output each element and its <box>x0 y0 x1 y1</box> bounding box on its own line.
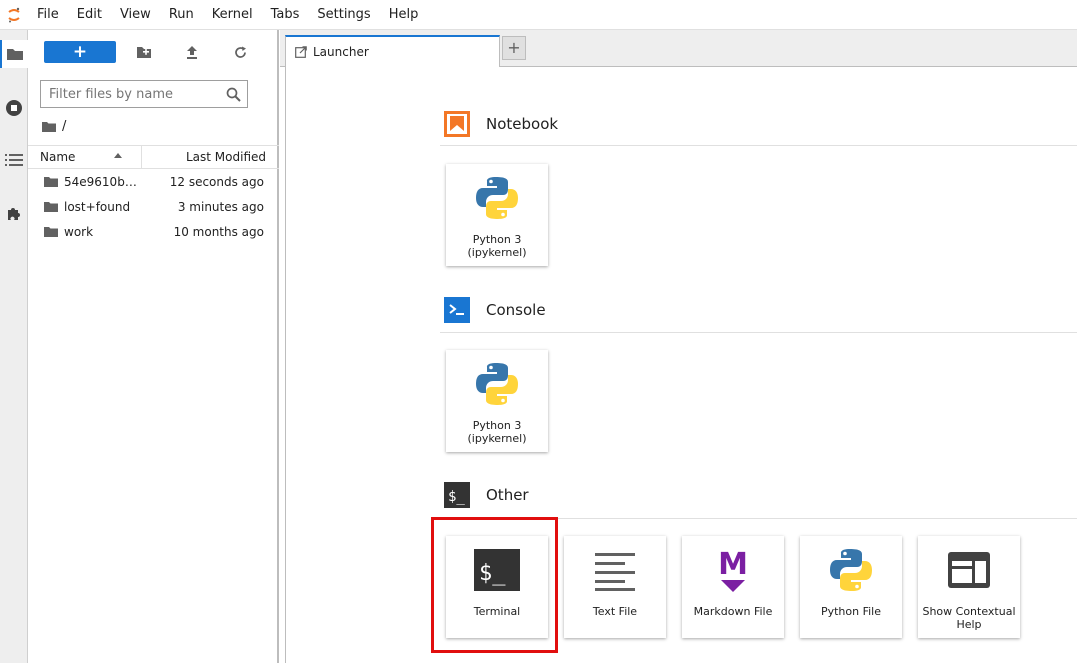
file-modified: 10 months ago <box>173 225 264 239</box>
new-tab-button[interactable]: + <box>502 36 526 60</box>
breadcrumb: / <box>42 118 66 134</box>
tab-launcher[interactable]: Launcher <box>285 35 500 67</box>
column-modified-header[interactable]: Last Modified <box>186 150 266 164</box>
card-label: Text File <box>592 605 638 618</box>
menu-kernel[interactable]: Kernel <box>203 0 262 30</box>
section-other: $_ Other <box>444 482 1077 508</box>
file-browser-tab[interactable] <box>0 40 28 68</box>
new-launcher-button[interactable]: + <box>44 41 116 63</box>
console-icon <box>444 297 470 323</box>
python-icon <box>473 360 521 408</box>
section-divider <box>440 332 1077 333</box>
upload-button[interactable] <box>180 41 204 63</box>
section-title: Other <box>486 486 529 504</box>
file-name: 54e9610ba... <box>64 175 142 189</box>
file-filter-field[interactable] <box>40 80 248 108</box>
launcher-card-python-file[interactable]: Python File <box>800 536 902 638</box>
text-file-icon <box>591 546 639 594</box>
file-browser-panel: + / Name Last Modified 54e9610ba... 12 s… <box>28 30 279 663</box>
main-area: Launcher + Notebook Python 3 (ipykernel)… <box>280 30 1077 663</box>
folder-icon <box>44 202 58 212</box>
column-name-header[interactable]: Name <box>40 150 75 164</box>
file-modified: 12 seconds ago <box>169 175 264 189</box>
launcher-card-text-file[interactable]: Text File <box>564 536 666 638</box>
file-browser-toolbar: + <box>28 38 279 66</box>
menu-help[interactable]: Help <box>380 0 428 30</box>
section-notebook: Notebook <box>444 111 1077 137</box>
launcher-card-notebook-python3[interactable]: Python 3 (ipykernel) <box>446 164 548 266</box>
column-divider[interactable] <box>141 146 142 169</box>
launcher-icon <box>295 46 307 58</box>
upload-icon <box>187 45 197 59</box>
activity-bar <box>0 30 28 663</box>
terminal-highlight-box <box>431 517 558 653</box>
refresh-button[interactable] <box>228 41 252 63</box>
tab-label: Launcher <box>313 45 369 59</box>
folder-icon <box>44 227 58 237</box>
file-row[interactable]: lost+found 3 minutes ago <box>28 195 277 220</box>
file-name: lost+found <box>64 200 131 214</box>
svg-text:M: M <box>718 547 748 582</box>
running-sessions-tab[interactable] <box>0 94 28 122</box>
list-icon <box>5 154 23 166</box>
card-label: Markdown File <box>693 605 773 618</box>
extension-manager-tab[interactable] <box>0 200 28 228</box>
menu-bar: File Edit View Run Kernel Tabs Settings … <box>0 0 1077 30</box>
folder-icon[interactable] <box>42 121 56 132</box>
contextual-help-icon <box>945 546 993 594</box>
plus-icon: + <box>72 42 88 62</box>
menu-view[interactable]: View <box>111 0 160 30</box>
tab-bar: Launcher + <box>280 30 1077 67</box>
section-console: Console <box>444 297 1077 323</box>
svg-text:$_: $_ <box>448 489 465 505</box>
new-folder-button[interactable] <box>132 41 156 63</box>
markdown-icon: M <box>709 546 757 594</box>
stop-circle-icon <box>6 100 22 116</box>
puzzle-icon <box>8 208 20 220</box>
terminal-section-icon: $_ <box>444 482 470 508</box>
launcher-card-markdown-file[interactable]: M Markdown File <box>682 536 784 638</box>
breadcrumb-root[interactable]: / <box>62 119 66 134</box>
folder-icon <box>7 49 23 60</box>
search-icon <box>226 87 241 102</box>
menu-file[interactable]: File <box>28 0 68 30</box>
file-row[interactable]: work 10 months ago <box>28 220 277 245</box>
card-label: Python File <box>820 605 882 618</box>
refresh-icon <box>234 46 246 58</box>
section-title: Notebook <box>486 115 559 133</box>
notebook-icon <box>444 111 470 137</box>
card-label: Show Contextual Help <box>922 605 1016 631</box>
section-divider <box>440 145 1077 146</box>
menu-run[interactable]: Run <box>160 0 203 30</box>
plus-icon: + <box>507 38 521 57</box>
table-of-contents-tab[interactable] <box>0 146 28 174</box>
panel-divider <box>285 67 286 663</box>
file-row[interactable]: 54e9610ba... 12 seconds ago <box>28 170 277 195</box>
file-list-header: Name Last Modified <box>28 145 279 169</box>
card-label: Python 3 (ipykernel) <box>467 419 527 445</box>
menu-tabs[interactable]: Tabs <box>262 0 309 30</box>
python-icon <box>473 174 521 222</box>
sort-ascending-icon <box>114 153 122 158</box>
menu-edit[interactable]: Edit <box>68 0 111 30</box>
file-filter-input[interactable] <box>41 81 217 107</box>
launcher-card-contextual-help[interactable]: Show Contextual Help <box>918 536 1020 638</box>
new-folder-icon <box>137 46 151 58</box>
python-icon <box>827 546 875 594</box>
jupyter-logo-icon <box>0 0 28 30</box>
file-name: work <box>64 225 94 239</box>
file-modified: 3 minutes ago <box>177 200 264 214</box>
card-label: Python 3 (ipykernel) <box>467 233 527 259</box>
folder-icon <box>44 177 58 187</box>
section-title: Console <box>486 301 546 319</box>
launcher-card-console-python3[interactable]: Python 3 (ipykernel) <box>446 350 548 452</box>
menu-settings[interactable]: Settings <box>308 0 379 30</box>
